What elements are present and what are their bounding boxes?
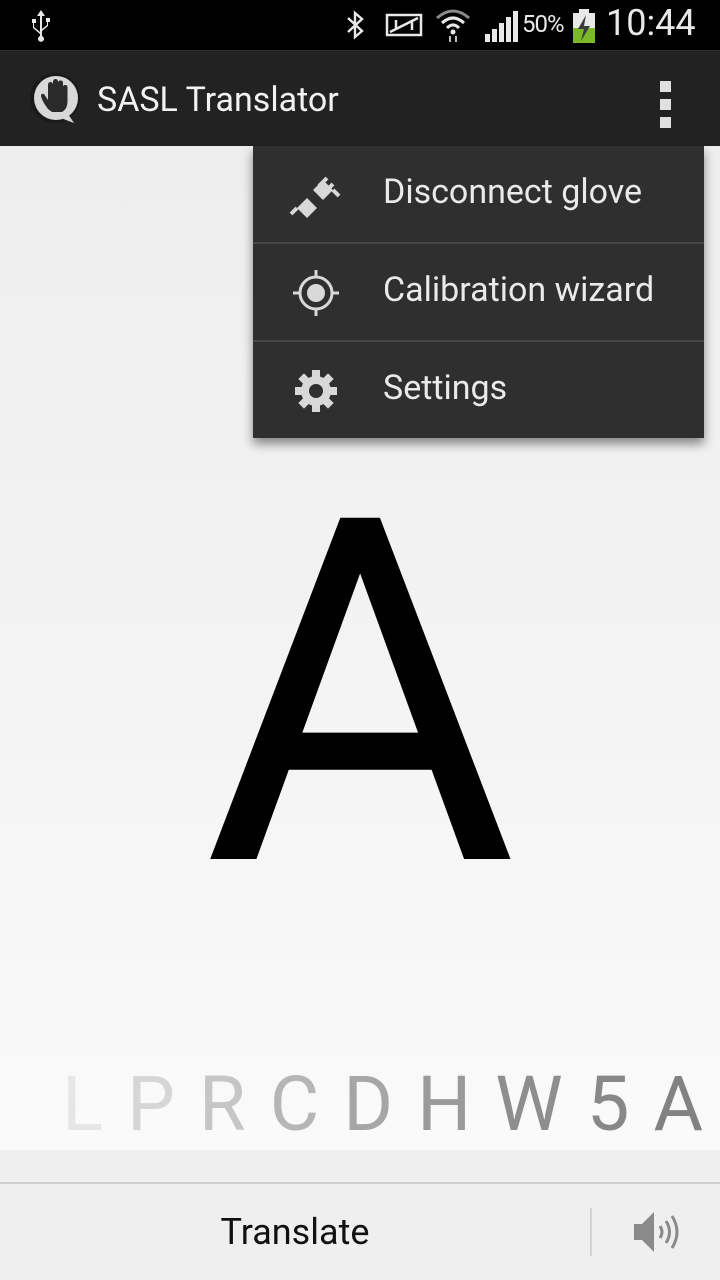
history-letter: A	[653, 1059, 704, 1149]
plug-disconnect-icon	[289, 176, 341, 218]
current-letter: A	[203, 415, 517, 977]
bottom-bar: Translate	[0, 1150, 720, 1280]
speak-button[interactable]	[592, 1184, 720, 1280]
menu-item-label: Disconnect glove	[383, 172, 643, 212]
menu-item-disconnect-glove[interactable]: Disconnect glove	[253, 146, 704, 243]
hand-speech-bubble-icon[interactable]	[28, 71, 84, 127]
menu-item-settings[interactable]: Settings	[253, 342, 704, 439]
crosshair-icon	[293, 270, 339, 316]
bluetooth-icon	[347, 10, 364, 40]
history-letter: W	[495, 1059, 563, 1149]
status-bar: 50% 10:44	[0, 0, 720, 50]
history-letter: R	[198, 1059, 246, 1149]
overflow-menu: Disconnect glove Calibration wizard Sett…	[253, 146, 704, 438]
history-letter: C	[269, 1059, 320, 1149]
app-title: SASL Translator	[97, 80, 339, 120]
speaker-icon	[634, 1212, 679, 1252]
translate-button[interactable]: Translate	[0, 1184, 590, 1280]
overflow-menu-icon[interactable]	[640, 67, 690, 131]
letter-history: LPRCDHW5A	[62, 1064, 720, 1144]
wifi-icon	[436, 9, 470, 42]
action-bar: SASL Translator	[0, 50, 720, 147]
history-letter: L	[62, 1059, 103, 1149]
history-letter: P	[126, 1059, 175, 1149]
battery-percent: 50%	[522, 10, 565, 38]
gear-icon	[295, 370, 337, 412]
history-letter: 5	[586, 1059, 630, 1149]
menu-item-label: Settings	[383, 368, 508, 408]
menu-item-calibration-wizard[interactable]: Calibration wizard	[253, 244, 704, 341]
clock: 10:44	[606, 2, 696, 44]
history-letter: D	[343, 1059, 394, 1149]
signal-icon	[485, 11, 518, 42]
battery-charging-icon	[573, 9, 595, 43]
usb-icon	[32, 10, 50, 42]
history-letter: H	[417, 1059, 472, 1149]
nfc-icon	[385, 13, 423, 37]
menu-item-label: Calibration wizard	[383, 270, 655, 310]
